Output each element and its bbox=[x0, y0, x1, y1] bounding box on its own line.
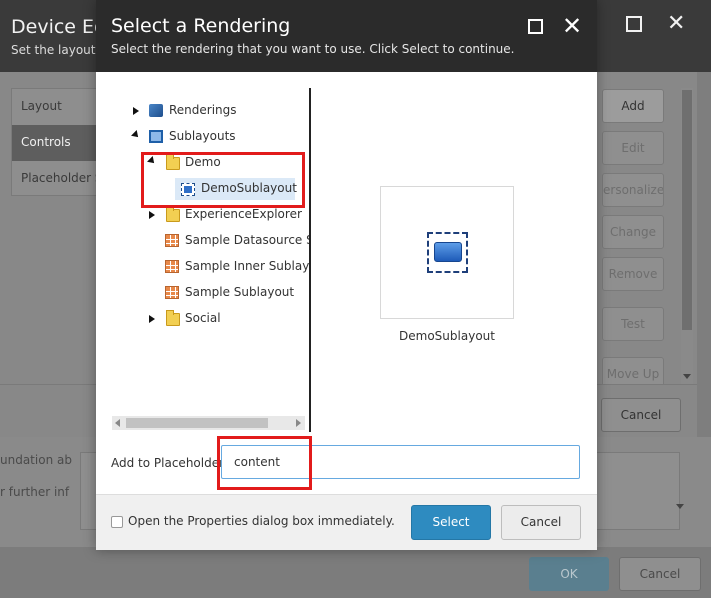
open-properties-label[interactable]: Open the Properties dialog box immediate… bbox=[128, 514, 395, 528]
expand-arrow-icon[interactable] bbox=[149, 211, 155, 219]
scrollbar-thumb[interactable] bbox=[682, 90, 692, 330]
cancel-button[interactable]: Cancel bbox=[601, 398, 681, 432]
dialog-subtitle: Select the rendering that you want to us… bbox=[111, 42, 515, 56]
collapse-arrow-icon[interactable] bbox=[131, 130, 141, 140]
tree-item-sublayouts[interactable]: Sublayouts bbox=[169, 125, 236, 147]
open-properties-checkbox[interactable] bbox=[111, 516, 123, 528]
scroll-left-icon[interactable] bbox=[115, 419, 120, 427]
grid-icon bbox=[165, 286, 179, 299]
tree-item-sample-inner-sublayout[interactable]: Sample Inner Sublayou bbox=[185, 255, 310, 277]
grid-icon bbox=[165, 234, 179, 247]
dialog-header: Select a Rendering Select the rendering … bbox=[96, 0, 597, 72]
sublayouts-icon bbox=[149, 130, 163, 143]
close-icon[interactable]: ✕ bbox=[667, 13, 685, 35]
close-icon[interactable]: ✕ bbox=[562, 14, 582, 38]
add-button[interactable]: Add bbox=[602, 89, 664, 123]
maximize-icon[interactable] bbox=[626, 16, 642, 32]
preview-label: DemoSublayout bbox=[399, 329, 495, 343]
grid-icon bbox=[165, 260, 179, 273]
folder-icon bbox=[166, 206, 180, 222]
test-button[interactable]: Test bbox=[602, 307, 664, 341]
tree-item-renderings[interactable]: Renderings bbox=[169, 99, 237, 121]
select-button[interactable]: Select bbox=[411, 505, 491, 540]
maximize-icon[interactable] bbox=[528, 19, 543, 34]
dialog-title: Select a Rendering bbox=[111, 15, 291, 37]
annotation-highlight-box bbox=[141, 152, 305, 208]
tree-item-sample-sublayout[interactable]: Sample Sublayout bbox=[185, 281, 294, 303]
change-button[interactable]: Change bbox=[602, 215, 664, 249]
device-editor-tabs: Layout Controls Placeholder S bbox=[11, 88, 97, 196]
scroll-down-icon[interactable] bbox=[683, 374, 691, 379]
expand-arrow-icon[interactable] bbox=[133, 107, 139, 115]
expand-arrow-icon[interactable] bbox=[149, 315, 155, 323]
placeholder-label: Add to Placeholder bbox=[111, 456, 225, 470]
scrollbar-thumb[interactable] bbox=[126, 418, 268, 428]
background-text-line: r further inf bbox=[0, 485, 70, 499]
ok-button[interactable]: OK bbox=[529, 557, 609, 591]
renderings-icon bbox=[149, 104, 163, 117]
remove-button[interactable]: Remove bbox=[602, 257, 664, 291]
edit-button[interactable]: Edit bbox=[602, 131, 664, 165]
device-editor-subtitle: Set the layouts, bbox=[11, 43, 106, 57]
pane-divider[interactable] bbox=[309, 88, 311, 432]
background-text-line: undation ab bbox=[0, 453, 72, 467]
tree-item-sample-datasource[interactable]: Sample Datasource Su bbox=[185, 229, 310, 251]
scroll-right-icon[interactable] bbox=[296, 419, 301, 427]
select-rendering-dialog: Select a Rendering Select the rendering … bbox=[96, 0, 597, 550]
tab-controls[interactable]: Controls bbox=[12, 125, 96, 161]
cancel-button[interactable]: Cancel bbox=[619, 557, 701, 591]
tree-item-social[interactable]: Social bbox=[185, 307, 221, 329]
cancel-button[interactable]: Cancel bbox=[501, 505, 581, 540]
sublayout-preview-icon bbox=[427, 232, 468, 273]
tab-layout[interactable]: Layout bbox=[12, 89, 96, 125]
scroll-down-icon[interactable] bbox=[676, 504, 684, 509]
tab-placeholder-settings[interactable]: Placeholder S bbox=[12, 161, 96, 197]
folder-icon bbox=[166, 310, 180, 326]
rendering-tree: Renderings Sublayouts Demo DemoSublayout… bbox=[96, 88, 310, 432]
personalize-button[interactable]: ersonalize bbox=[602, 173, 664, 207]
annotation-highlight-box bbox=[217, 436, 312, 490]
